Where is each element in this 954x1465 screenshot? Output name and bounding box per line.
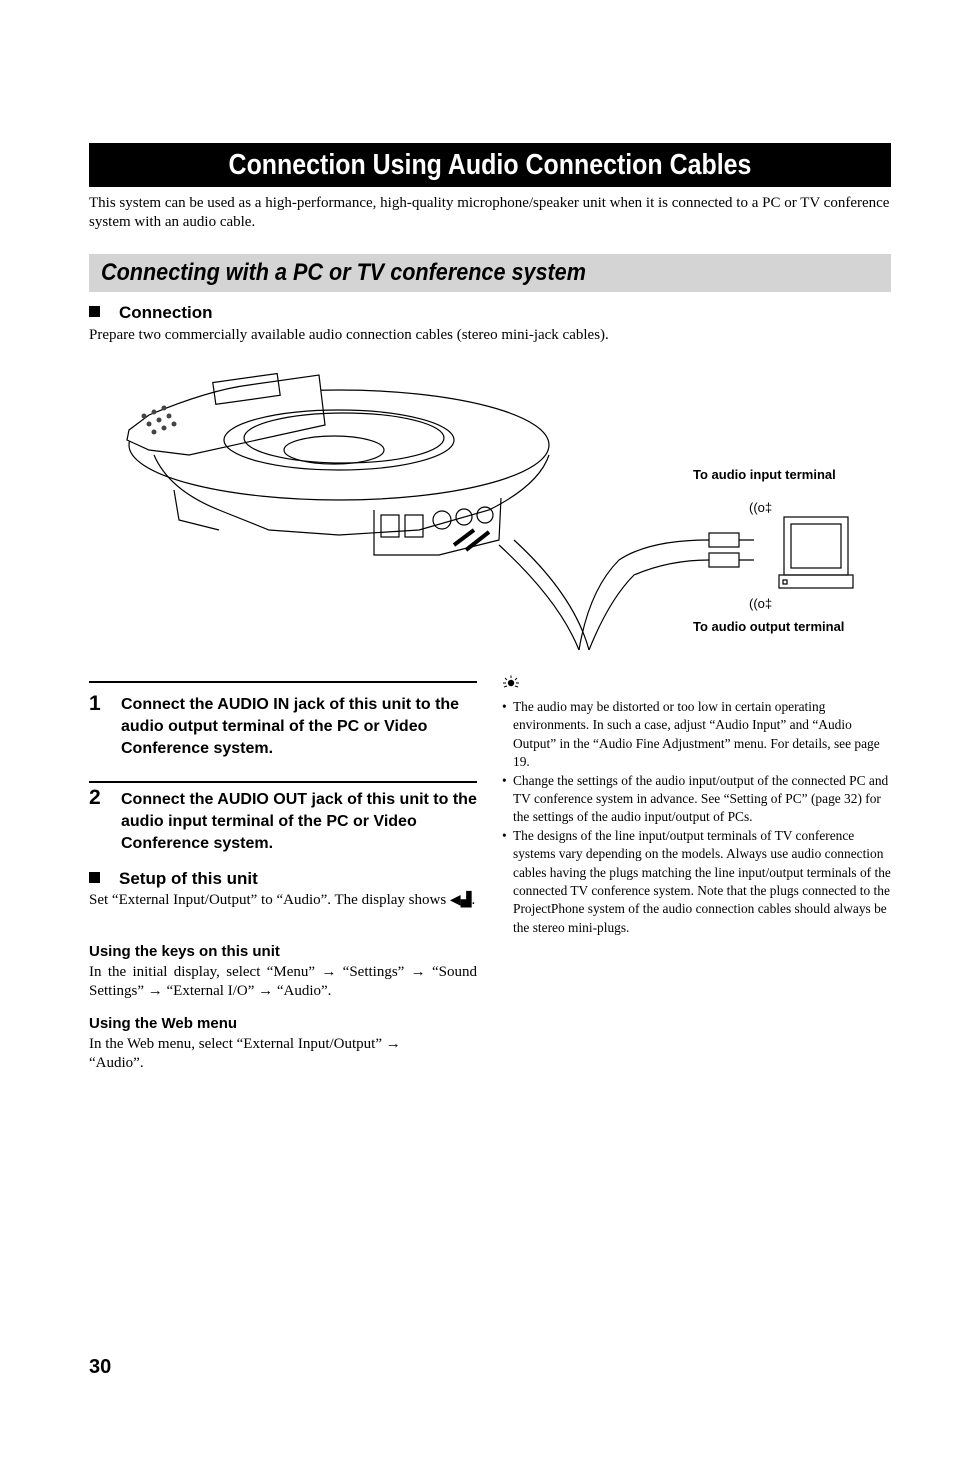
page-title: Connection Using Audio Connection Cables <box>89 143 891 187</box>
step-2: 2 Connect the AUDIO OUT jack of this uni… <box>89 781 477 855</box>
tips-box: The audio may be distorted or too low in… <box>502 675 894 937</box>
tip-lightbulb-icon <box>503 675 519 688</box>
intro-paragraph: This system can be used as a high-perfor… <box>89 195 890 230</box>
page-number: 30 <box>89 1356 112 1378</box>
tip-item: The designs of the line input/output ter… <box>502 827 894 937</box>
tip-item: The audio may be distorted or too low in… <box>502 698 894 772</box>
audio-mode-display-icon: ◀▟ <box>449 893 472 908</box>
connection-text: Prepare two commercially available audio… <box>89 327 609 343</box>
setup-text: Set “External Input/Output” to “Audio”. … <box>89 892 476 908</box>
projectphone-unit-illustration <box>126 372 550 556</box>
audio-in-terminal-icon: ((o‡ <box>749 500 772 515</box>
audio-out-terminal-icon: ((o‡ <box>749 596 772 611</box>
label-audio-input-terminal: To audio input terminal <box>693 467 836 482</box>
label-audio-output-terminal: To audio output terminal <box>693 619 845 634</box>
connection-diagram: ((o‡ ((o‡ <box>126 372 854 651</box>
setup-heading: Setup of this unit <box>89 869 258 889</box>
web-text: In the Web menu, select “External Input/… <box>89 1036 401 1071</box>
tip-item: Change the settings of the audio input/o… <box>502 772 894 827</box>
keys-text: In the initial display, select “Menu” → … <box>89 964 477 999</box>
web-heading: Using the Web menu <box>89 1015 238 1032</box>
tips-list: The audio may be distorted or too low in… <box>502 698 894 937</box>
section-title: Connecting with a PC or TV conference sy… <box>89 254 891 292</box>
pc-illustration <box>778 516 854 589</box>
step-1: 1 Connect the AUDIO IN jack of this unit… <box>89 692 460 757</box>
manual-page: Connection Using Audio Connection Cables… <box>0 0 954 1465</box>
keys-heading: Using the keys on this unit <box>89 943 280 960</box>
step-1-divider <box>89 681 477 683</box>
connection-heading: Connection <box>89 303 213 323</box>
